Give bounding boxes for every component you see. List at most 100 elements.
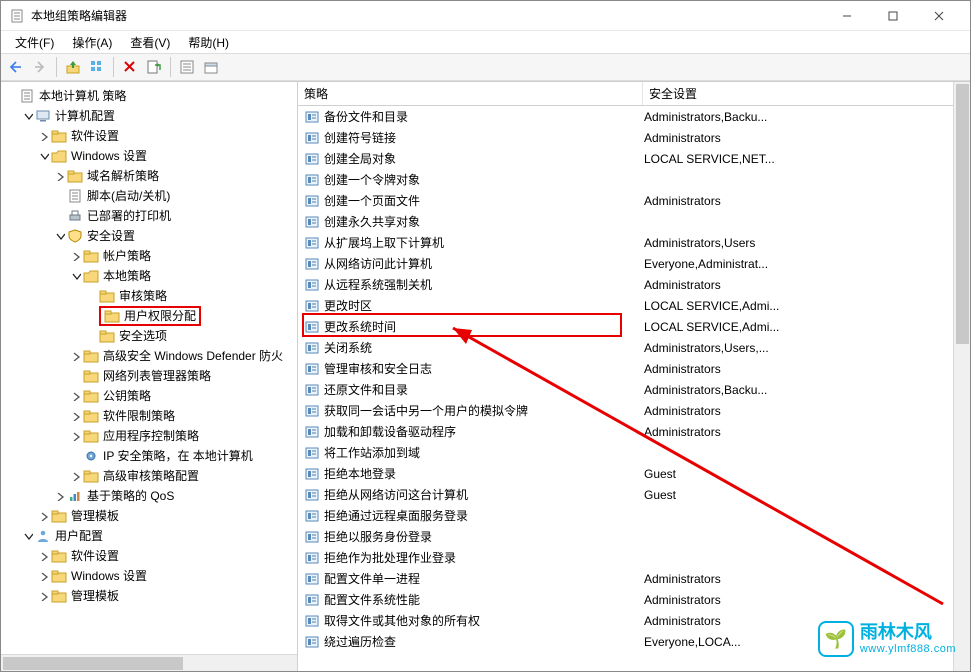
list-row[interactable]: 创建一个令牌对象 xyxy=(298,169,970,190)
tree-local-policies[interactable]: 本地策略 xyxy=(5,266,297,286)
chevron-down-icon[interactable] xyxy=(21,532,35,541)
tree-windows-settings[interactable]: Windows 设置 xyxy=(5,146,297,166)
tree-label: 管理模板 xyxy=(71,506,119,526)
list-row[interactable]: 还原文件和目录Administrators,Backu... xyxy=(298,379,970,400)
chevron-right-icon[interactable] xyxy=(37,572,51,581)
chevron-right-icon[interactable] xyxy=(69,352,83,361)
chevron-right-icon[interactable] xyxy=(69,252,83,261)
properties-button[interactable] xyxy=(176,56,198,78)
list-vertical-scrollbar[interactable] xyxy=(953,82,970,671)
menu-file[interactable]: 文件(F) xyxy=(7,32,62,53)
policy-icon xyxy=(304,277,320,293)
tree-label: 用户配置 xyxy=(55,526,103,546)
chevron-down-icon[interactable] xyxy=(53,232,67,241)
tree-app-control[interactable]: 应用程序控制策略 xyxy=(5,426,297,446)
computer-icon xyxy=(35,108,51,124)
list-row[interactable]: 管理审核和安全日志Administrators xyxy=(298,358,970,379)
tree-security-settings[interactable]: 安全设置 xyxy=(5,226,297,246)
list-row[interactable]: 配置文件系统性能Administrators xyxy=(298,589,970,610)
close-button[interactable] xyxy=(916,1,962,31)
chevron-right-icon[interactable] xyxy=(37,512,51,521)
list-row[interactable]: 加载和卸载设备驱动程序Administrators xyxy=(298,421,970,442)
list-row[interactable]: 备份文件和目录Administrators,Backu... xyxy=(298,106,970,127)
tree-security-options[interactable]: 安全选项 xyxy=(5,326,297,346)
chevron-right-icon[interactable] xyxy=(69,432,83,441)
view-button[interactable] xyxy=(200,56,222,78)
back-button[interactable] xyxy=(5,56,27,78)
folder-open-icon xyxy=(83,268,99,284)
tree-qos[interactable]: 基于策略的 QoS xyxy=(5,486,297,506)
list-row[interactable]: 创建永久共享对象 xyxy=(298,211,970,232)
list-row[interactable]: 创建全局对象LOCAL SERVICE,NET... xyxy=(298,148,970,169)
tree-label: 已部署的打印机 xyxy=(87,206,171,226)
list-row[interactable]: 获取同一会话中另一个用户的模拟令牌Administrators xyxy=(298,400,970,421)
list-row[interactable]: 拒绝通过远程桌面服务登录 xyxy=(298,505,970,526)
tree-network-list[interactable]: 网络列表管理器策略 xyxy=(5,366,297,386)
tree-software-restriction[interactable]: 软件限制策略 xyxy=(5,406,297,426)
policy-name: 拒绝以服务身份登录 xyxy=(324,528,432,545)
forward-button[interactable] xyxy=(29,56,51,78)
chevron-right-icon[interactable] xyxy=(69,412,83,421)
chevron-right-icon[interactable] xyxy=(37,592,51,601)
list-row[interactable]: 从网络访问此计算机Everyone,Administrat... xyxy=(298,253,970,274)
tree-audit-policy[interactable]: 审核策略 xyxy=(5,286,297,306)
chevron-right-icon[interactable] xyxy=(37,132,51,141)
chevron-right-icon[interactable] xyxy=(69,392,83,401)
tree-user-config[interactable]: 用户配置 xyxy=(5,526,297,546)
minimize-button[interactable] xyxy=(824,1,870,31)
tree-dns-policy[interactable]: 域名解析策略 xyxy=(5,166,297,186)
delete-button[interactable] xyxy=(119,56,141,78)
list-row[interactable]: 从远程系统强制关机Administrators xyxy=(298,274,970,295)
column-security[interactable]: 安全设置 xyxy=(643,82,970,105)
chevron-right-icon[interactable] xyxy=(53,492,67,501)
menu-action[interactable]: 操作(A) xyxy=(64,32,120,53)
menu-help[interactable]: 帮助(H) xyxy=(180,32,237,53)
tree-ipsec[interactable]: IP 安全策略，在 本地计算机 xyxy=(5,446,297,466)
tree-admin-templates[interactable]: 管理模板 xyxy=(5,506,297,526)
chevron-right-icon[interactable] xyxy=(37,552,51,561)
tree-advanced-audit[interactable]: 高级审核策略配置 xyxy=(5,466,297,486)
column-policy[interactable]: 策略 xyxy=(298,82,643,105)
list-row[interactable]: 将工作站添加到域 xyxy=(298,442,970,463)
folder-icon xyxy=(51,568,67,584)
tree-account-policies[interactable]: 帐户策略 xyxy=(5,246,297,266)
list-row[interactable]: 拒绝从网络访问这台计算机Guest xyxy=(298,484,970,505)
folder-icon xyxy=(83,388,99,404)
tree-scripts[interactable]: 脚本(启动/关机) xyxy=(5,186,297,206)
chevron-down-icon[interactable] xyxy=(69,272,83,281)
tree-root[interactable]: 本地计算机 策略 xyxy=(5,86,297,106)
list-row[interactable]: 创建一个页面文件Administrators xyxy=(298,190,970,211)
show-hide-tree-button[interactable] xyxy=(86,56,108,78)
tree-printers[interactable]: 已部署的打印机 xyxy=(5,206,297,226)
list-row[interactable]: 创建符号链接Administrators xyxy=(298,127,970,148)
tree-software-settings[interactable]: 软件设置 xyxy=(5,126,297,146)
policy-icon xyxy=(304,592,320,608)
list-row[interactable]: 拒绝本地登录Guest xyxy=(298,463,970,484)
list-row[interactable]: 拒绝作为批处理作业登录 xyxy=(298,547,970,568)
folder-icon xyxy=(51,128,67,144)
chevron-right-icon[interactable] xyxy=(69,472,83,481)
tree-user-rights-assignment[interactable]: 用户权限分配 xyxy=(5,306,297,326)
tree-computer-config[interactable]: 计算机配置 xyxy=(5,106,297,126)
list-row[interactable]: 更改系统时间LOCAL SERVICE,Admi... xyxy=(298,316,970,337)
chevron-down-icon[interactable] xyxy=(21,112,35,121)
maximize-button[interactable] xyxy=(870,1,916,31)
tree-horizontal-scrollbar[interactable] xyxy=(1,654,297,671)
menu-view[interactable]: 查看(V) xyxy=(122,32,178,53)
tree-label: 管理模板 xyxy=(71,586,119,606)
tree-defender-firewall[interactable]: 高级安全 Windows Defender 防火 xyxy=(5,346,297,366)
tree-admin-templates-user[interactable]: 管理模板 xyxy=(5,586,297,606)
tree-windows-settings-user[interactable]: Windows 设置 xyxy=(5,566,297,586)
list-row[interactable]: 从扩展坞上取下计算机Administrators,Users xyxy=(298,232,970,253)
list-row[interactable]: 拒绝以服务身份登录 xyxy=(298,526,970,547)
chevron-down-icon[interactable] xyxy=(37,152,51,161)
up-button[interactable] xyxy=(62,56,84,78)
tree-public-key[interactable]: 公钥策略 xyxy=(5,386,297,406)
chevron-right-icon[interactable] xyxy=(53,172,67,181)
export-button[interactable] xyxy=(143,56,165,78)
list-row[interactable]: 配置文件单一进程Administrators xyxy=(298,568,970,589)
list-row[interactable]: 更改时区LOCAL SERVICE,Admi... xyxy=(298,295,970,316)
tree-software-settings-user[interactable]: 软件设置 xyxy=(5,546,297,566)
policy-name: 创建符号链接 xyxy=(324,129,396,146)
list-row[interactable]: 关闭系统Administrators,Users,... xyxy=(298,337,970,358)
